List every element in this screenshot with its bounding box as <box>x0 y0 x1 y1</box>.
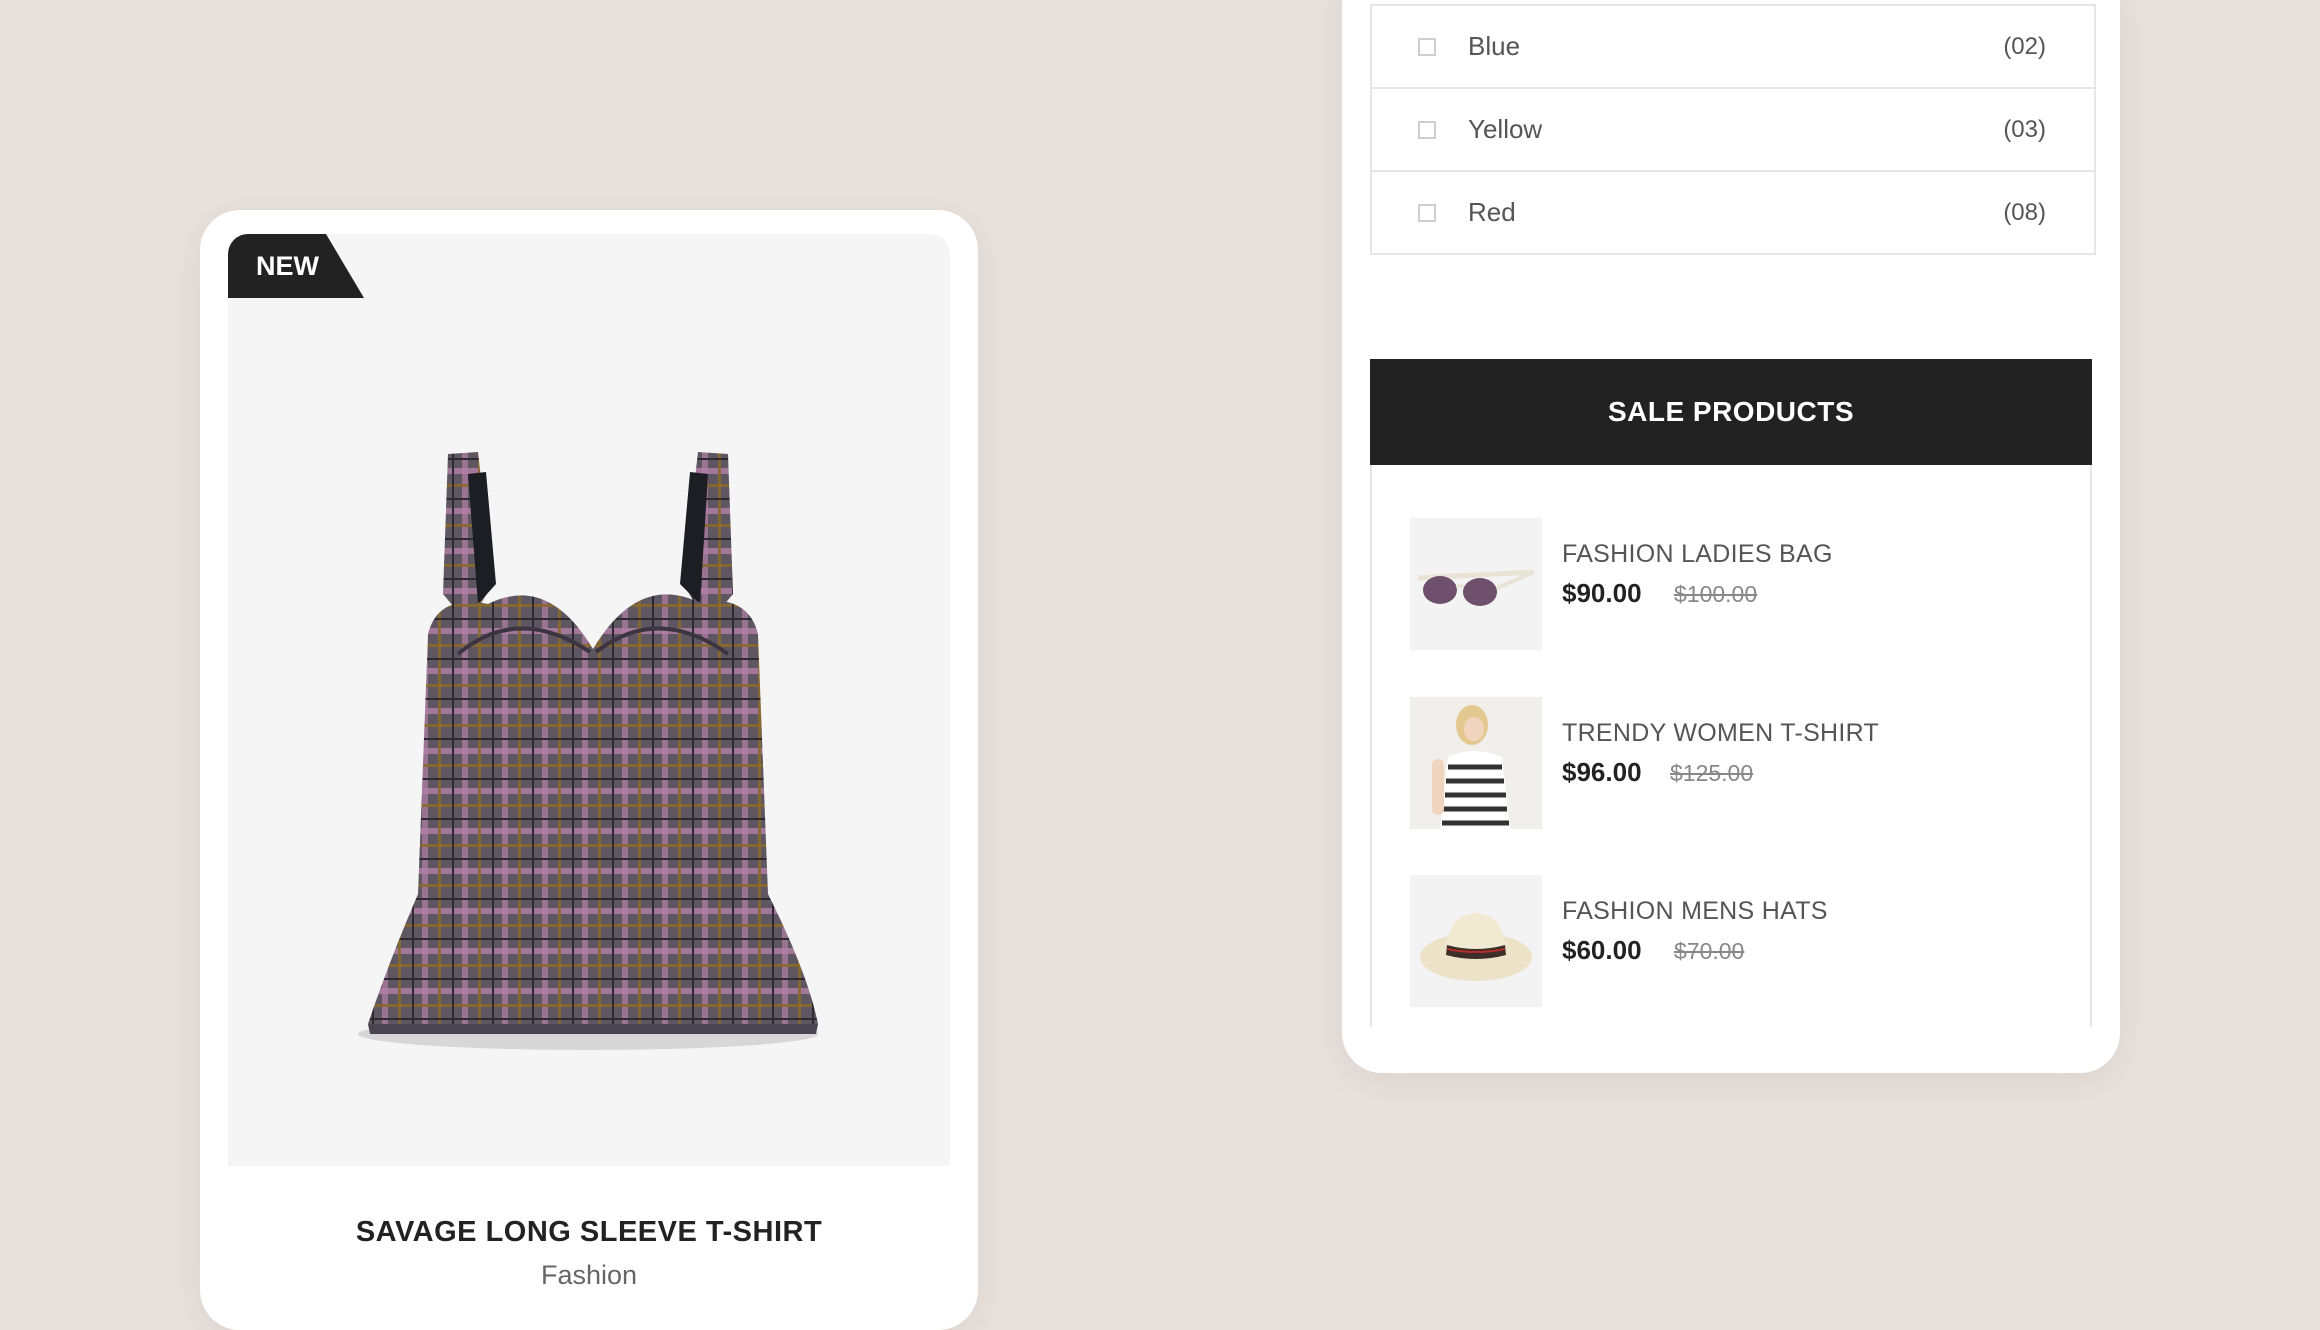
checkbox-icon[interactable] <box>1418 203 1436 222</box>
sale-products-list: FASHION LADIES BAG $90.00 $100.00 TRENDY… <box>1370 465 2092 1027</box>
product-category[interactable]: Fashion <box>200 1260 978 1291</box>
new-badge: NEW <box>228 234 364 298</box>
color-filter-item[interactable]: Red (08) <box>1372 170 2094 253</box>
color-filter-list: Blue (02) Yellow (03) Red (08) <box>1370 4 2096 255</box>
sale-product-item[interactable]: TRENDY WOMEN T-SHIRT $96.00 $125.00 <box>1410 697 2050 829</box>
checkbox-icon[interactable] <box>1418 120 1436 139</box>
sale-product-name[interactable]: FASHION MENS HATS <box>1562 897 1828 926</box>
color-label: Yellow <box>1468 114 1543 144</box>
sale-product-item[interactable]: FASHION MENS HATS $60.00 $70.00 <box>1410 875 2050 1007</box>
woman-striped-top-image[interactable] <box>1410 697 1542 829</box>
sale-price: $96.00 <box>1562 757 1642 787</box>
sale-price: $60.00 <box>1562 935 1642 965</box>
product-image-area[interactable]: NEW <box>228 234 950 1166</box>
color-filter-item[interactable]: Yellow (03) <box>1372 87 2094 170</box>
sale-product-item[interactable]: FASHION LADIES BAG $90.00 $100.00 <box>1410 518 2050 650</box>
straw-hat-image[interactable] <box>1410 875 1542 1007</box>
sale-product-name[interactable]: FASHION LADIES BAG <box>1562 540 1833 569</box>
sidebar-panel: Blue (02) Yellow (03) Red (08) SALE PROD… <box>1342 0 2120 1073</box>
color-label: Blue <box>1468 31 1521 61</box>
sale-products-heading: SALE PRODUCTS <box>1370 359 2092 465</box>
product-card[interactable]: NEW SAVAGE LONG SLEEVE T-SHIRT Fashion <box>200 210 978 1330</box>
color-count: (02) <box>2003 32 2046 60</box>
plaid-bustier-top-image <box>358 452 818 1050</box>
sale-old-price: $70.00 <box>1674 938 1745 964</box>
color-label: Red <box>1468 197 1516 227</box>
sale-product-name[interactable]: TRENDY WOMEN T-SHIRT <box>1562 719 1879 748</box>
sale-old-price: $125.00 <box>1670 760 1754 786</box>
sunglasses-image[interactable] <box>1410 518 1542 650</box>
sale-old-price: $100.00 <box>1674 581 1758 607</box>
color-filter-item[interactable]: Blue (02) <box>1372 4 2094 87</box>
sale-price: $90.00 <box>1562 578 1642 608</box>
product-title[interactable]: SAVAGE LONG SLEEVE T-SHIRT <box>200 1216 978 1249</box>
color-count: (03) <box>2003 115 2046 143</box>
checkbox-icon[interactable] <box>1418 37 1436 56</box>
color-count: (08) <box>2003 198 2046 226</box>
